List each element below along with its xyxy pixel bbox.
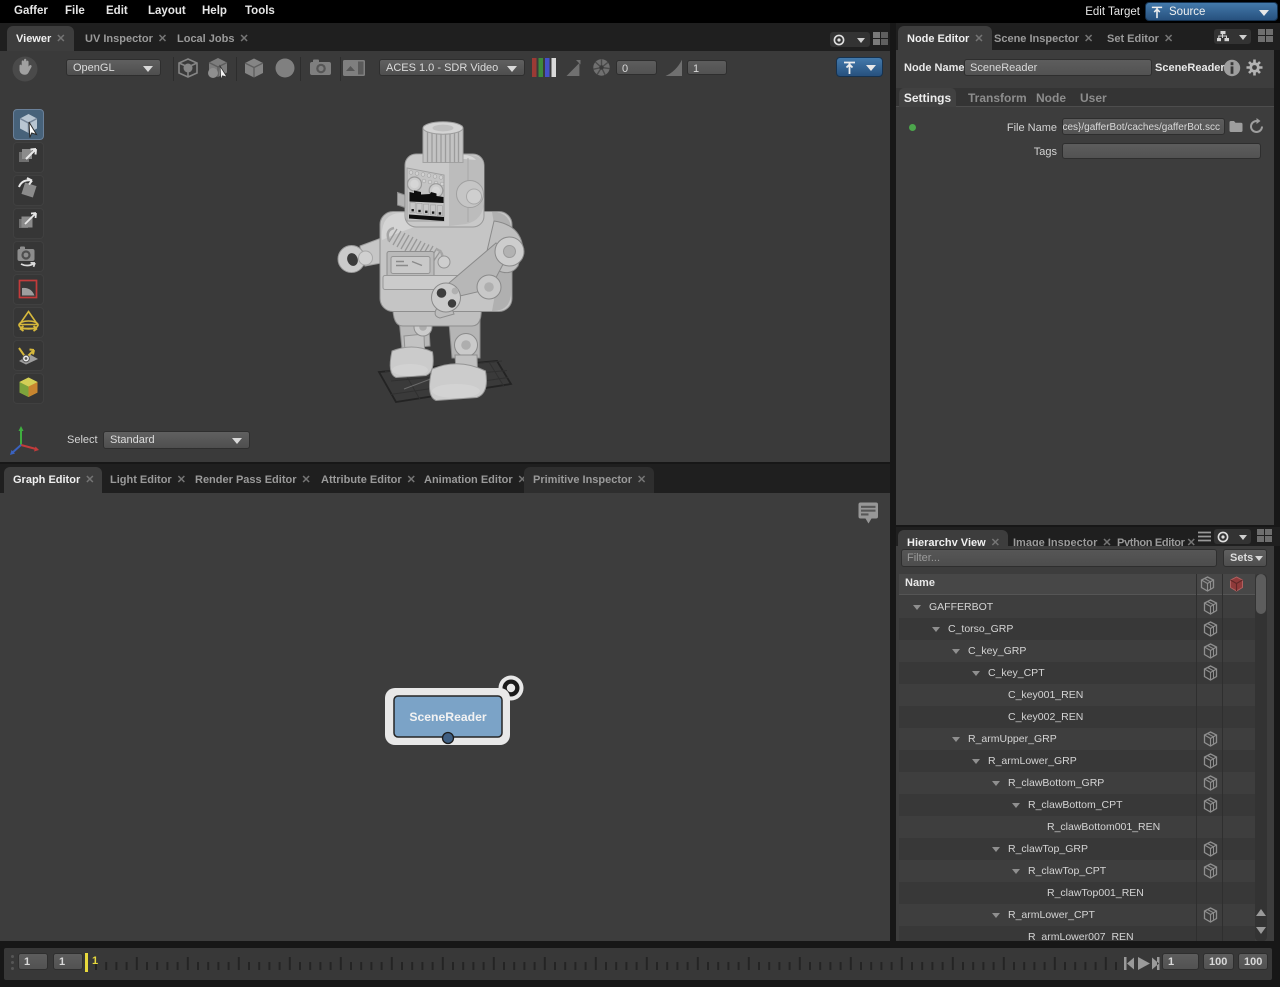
svg-text:SceneReader: SceneReader	[409, 710, 486, 724]
